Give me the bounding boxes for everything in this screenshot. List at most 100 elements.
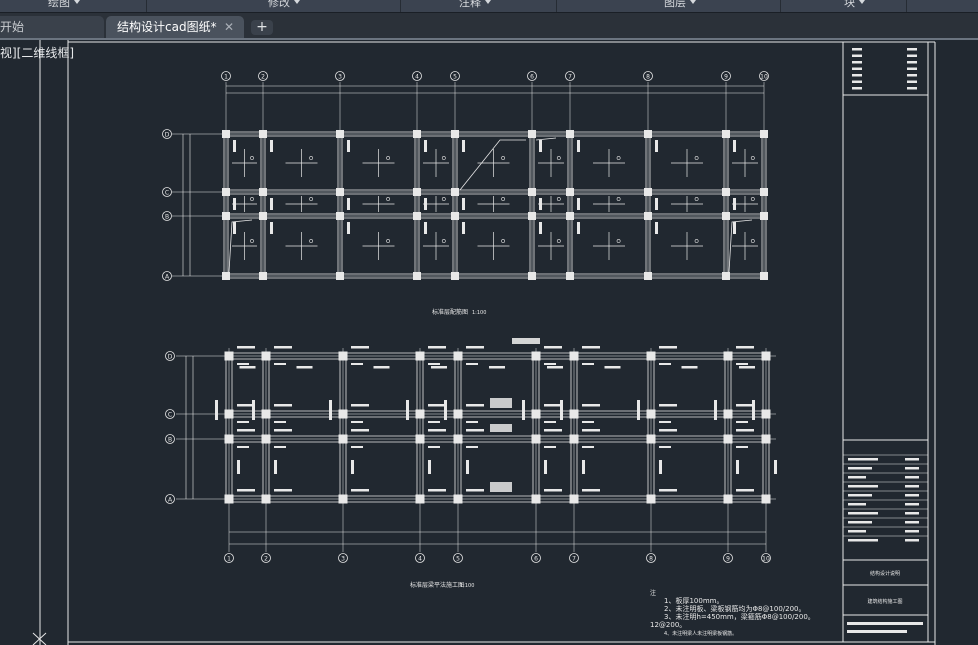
- beam-annotation: [714, 400, 717, 420]
- viewport-label[interactable]: 视][二维线框]: [0, 44, 74, 61]
- beam-annotation: [604, 366, 621, 369]
- add-tab-icon[interactable]: +: [251, 20, 273, 35]
- beam-annotation: [274, 446, 286, 448]
- tb-text-mark: [847, 630, 907, 633]
- column: [259, 212, 267, 220]
- column: [761, 351, 771, 361]
- column: [646, 351, 656, 361]
- column: [722, 188, 730, 196]
- axis-label: 4: [415, 74, 419, 81]
- tb-text-mark: [905, 521, 919, 524]
- notes-title: 注: [650, 589, 656, 597]
- beam-annotation: [544, 446, 556, 448]
- stair-outline: [459, 139, 526, 191]
- panel-label: 绘图: [48, 0, 70, 9]
- column: [569, 351, 579, 361]
- beam-annotation: [351, 460, 354, 474]
- column: [531, 351, 541, 361]
- column: [528, 188, 536, 196]
- rebar-tag: [501, 197, 506, 201]
- ribbon-panel-modify[interactable]: 修改: [268, 0, 300, 9]
- beam-annotation: [659, 429, 677, 432]
- rebar-tag: [616, 156, 621, 160]
- column: [723, 351, 733, 361]
- chevron-down-icon: [485, 0, 491, 4]
- beam-annotation: [466, 446, 478, 448]
- tb-text-mark: [848, 467, 872, 470]
- rebar-tag: [386, 239, 391, 243]
- rebar-text: [233, 198, 236, 210]
- rebar-tag: [556, 197, 561, 201]
- tb-text-mark: [907, 61, 917, 64]
- ribbon-panel-draw[interactable]: 绘图: [48, 0, 80, 9]
- column: [566, 272, 574, 280]
- panel-divider: [556, 0, 557, 12]
- column: [760, 188, 768, 196]
- rebar-text: [270, 198, 273, 210]
- column: [566, 212, 574, 220]
- beam-annotation: [752, 400, 755, 420]
- beam-annotation: [774, 460, 777, 474]
- beam-annotation: [659, 446, 671, 448]
- beam-annotation: [582, 429, 600, 432]
- beam-annotation: [582, 489, 600, 492]
- beam-annotation: [659, 404, 677, 407]
- rebar-text: [347, 222, 350, 234]
- beam-annotation: [466, 404, 484, 407]
- tb-text-mark: [852, 48, 862, 51]
- beam-annotation: [444, 400, 447, 420]
- beam-annotation: [431, 366, 447, 369]
- close-icon[interactable]: ✕: [224, 16, 234, 38]
- column: [760, 130, 768, 138]
- drawing-canvas[interactable]: 结构设计说明 建筑结构施工图 1 2 3 4 5 6 7 8 9 10 D C B A 标准层配筋图 1:…: [0, 40, 978, 645]
- axis-label: 2: [261, 74, 265, 81]
- panel-divider: [906, 0, 907, 12]
- beam-annotation: [739, 366, 755, 369]
- beam-annotation: [428, 429, 446, 432]
- rebar-text: [462, 198, 465, 210]
- beam-annotation: [237, 460, 240, 474]
- note-line: 12@200。: [650, 621, 686, 629]
- column: [531, 494, 541, 504]
- column: [222, 212, 230, 220]
- rebar-tag: [309, 197, 314, 201]
- beam-annotation: [351, 346, 369, 349]
- column: [453, 409, 463, 419]
- rebar-tag: [250, 197, 254, 201]
- tab-start[interactable]: 开始: [0, 16, 104, 38]
- axis-label: 9: [724, 74, 728, 81]
- beam-annotation: [274, 460, 277, 474]
- rebar-text: [462, 140, 465, 152]
- rebar-text: [733, 140, 736, 152]
- tb-text-mark: [905, 503, 919, 506]
- column: [261, 351, 271, 361]
- rebar-text: [733, 198, 736, 210]
- rebar-text: [539, 198, 542, 210]
- panel-divider: [146, 0, 147, 12]
- column: [224, 434, 234, 444]
- rebar-text: [539, 140, 542, 152]
- rebar-tag: [556, 239, 561, 243]
- beam-annotation: [466, 489, 484, 492]
- file-tab-bar: 开始 结构设计cad图纸* ✕ +: [0, 13, 978, 40]
- ribbon-panel-block[interactable]: 块: [844, 0, 865, 9]
- beam-annotation: [582, 421, 594, 423]
- title-block: [842, 41, 929, 643]
- tb-text-mark: [848, 485, 878, 488]
- column: [222, 272, 230, 280]
- tab-label: 结构设计cad图纸*: [117, 20, 217, 34]
- column: [451, 212, 459, 220]
- beam-annotation: [659, 346, 677, 349]
- beam-annotation: [544, 404, 562, 407]
- tb-text-mark: [907, 74, 917, 77]
- tab-drawing-active[interactable]: 结构设计cad图纸* ✕: [106, 16, 244, 38]
- beam-annotation: [406, 400, 409, 420]
- axis-label: 10: [762, 556, 770, 563]
- plan1-caption: 标准层配筋图: [432, 308, 468, 316]
- ribbon-panel-annotate[interactable]: 注释: [459, 0, 491, 9]
- plan2-caption: 标准层梁平法施工图: [410, 581, 464, 589]
- ribbon-panel-layers[interactable]: 图层: [664, 0, 696, 9]
- beam-annotation: [428, 489, 446, 492]
- column: [338, 494, 348, 504]
- beam-annotation: [237, 446, 249, 448]
